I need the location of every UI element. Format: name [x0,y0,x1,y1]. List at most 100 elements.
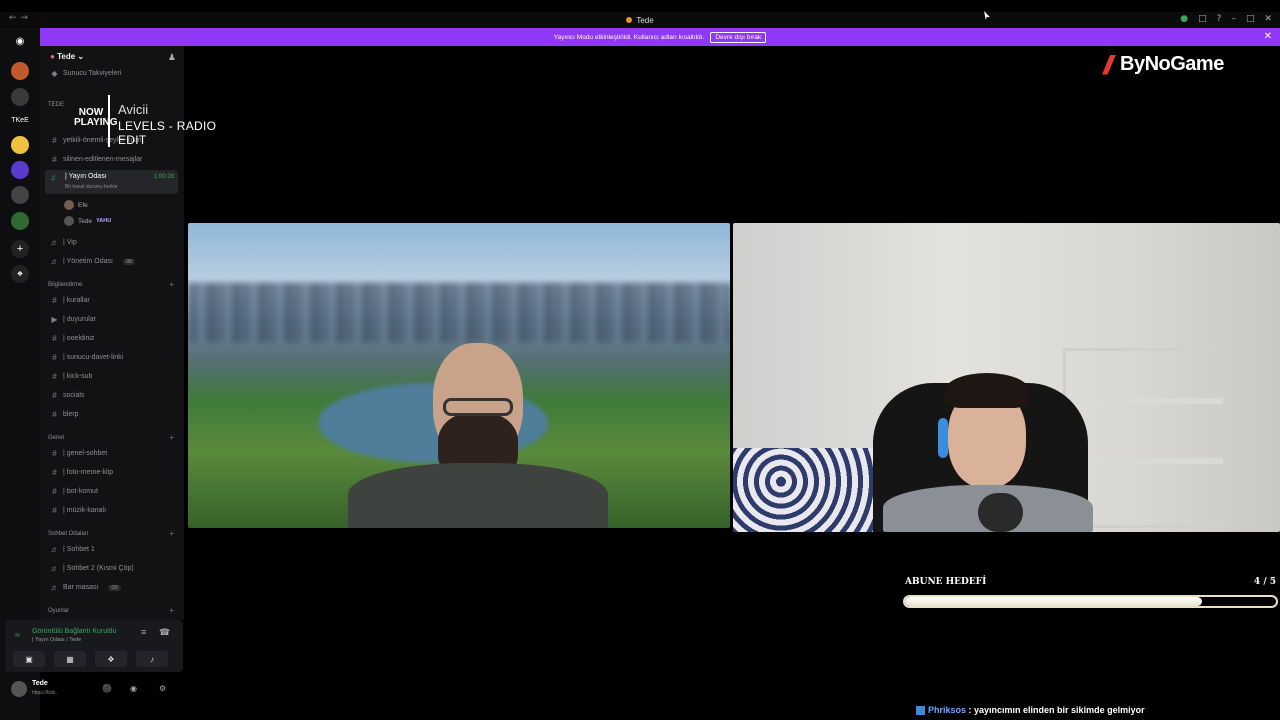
voice-member[interactable]: Tede YAHU [64,216,111,226]
connection-location[interactable]: | Yayın Odası / Tede [32,637,81,643]
category-info[interactable]: Bilgilendirme [48,282,82,288]
add-channel-icon[interactable]: + [169,529,174,538]
disconnect-icon[interactable]: ☎ [159,627,170,638]
subscription-goal-fill [905,597,1202,606]
server-tke[interactable]: TKeE [9,111,31,129]
activities-button[interactable]: ❖ [95,651,127,667]
hash-icon: # [52,353,57,362]
server-rail: ◉ TKeE + ❖ [0,28,40,720]
nitro-icon[interactable]: ● [1180,14,1188,24]
minimize-icon[interactable]: – [1231,14,1236,24]
add-channel-icon[interactable]: + [169,606,174,615]
channel-item[interactable]: # | foto-meme-klip [50,468,113,477]
signal-icon: ≈ [15,630,20,640]
channel-item[interactable]: # socials [50,391,84,400]
channel-item[interactable]: # | kurallar [50,296,89,305]
maximize-icon[interactable]: □ [1246,14,1255,24]
speaker-icon: ♬ [50,583,59,592]
logo-mark-icon [1102,54,1116,75]
channel-status[interactable]: Bir kanal durumu belirle [65,184,118,190]
avatar[interactable] [11,681,27,697]
voice-timer: 1:00:28 [153,174,174,180]
voice-channel[interactable]: ♬ | Sohbet 1 [50,545,95,554]
add-friend-icon[interactable]: ♟ [168,52,176,63]
hash-icon: # [52,468,57,477]
speaker-icon: ♬ [50,257,59,266]
headset-icon [938,418,948,458]
server-icon[interactable] [11,62,29,80]
megaphone-icon: ▶ [51,315,58,324]
connection-status[interactable]: Görüntülü Bağlantı Kuruldu [32,628,116,635]
speaker-icon: ♬ [50,564,59,573]
avatar [64,200,74,210]
channel-item[interactable]: # | müzik-kanalı [50,506,106,515]
category-general[interactable]: Genel [48,435,64,441]
settings-gear-icon[interactable]: ⚙ [159,684,166,693]
disable-streamer-mode-button[interactable]: Devre dışı bırak [710,31,767,43]
voice-channel[interactable]: ♬ | Yönetim Odası 00 [50,257,136,266]
server-icon[interactable] [11,186,29,204]
hash-icon: # [52,391,57,400]
chat-badge-icon [916,706,925,716]
explore-icon[interactable]: ❖ [11,265,29,283]
voice-channel-name: | Yayın Odası [65,173,107,180]
camera-button[interactable]: ▣ [13,651,45,667]
hash-icon: # [52,296,57,305]
server-icon[interactable] [11,136,29,154]
hash-icon: # [52,487,57,496]
server-icon[interactable] [11,212,29,230]
video-tile-right[interactable] [733,223,1280,532]
close-icon[interactable]: ✕ [1264,14,1272,24]
video-tile-left[interactable] [188,223,730,528]
channel-item[interactable]: # | genel-sohbet [50,449,107,458]
add-channel-icon[interactable]: + [169,280,174,289]
channel-item[interactable]: # silinen-editlenen-mesajlar [50,155,142,164]
channel-item[interactable]: # | ooeldiniz [50,334,94,343]
microphone-icon[interactable]: ⚫ [102,684,112,693]
category-games[interactable]: Oyunlar [48,608,69,614]
voice-channel[interactable]: ♬ | Sohbet 2 (Kısmi Çöp) [50,564,134,573]
active-voice-channel[interactable]: ♫ | Yayın Odası 1:00:28 Bir kanal durumu… [45,170,178,194]
hash-icon: # [52,449,57,458]
discord-home-icon[interactable]: ◉ [11,32,29,50]
user-panel: Tede https://kick. ⚫ ◉ ⚙ [5,676,183,702]
avatar [64,216,74,226]
hash-icon: # [52,410,57,419]
hash-icon: # [52,372,57,381]
channel-item[interactable]: # | kick-sub [50,372,92,381]
headphones-icon[interactable]: ◉ [130,684,137,693]
screen-share-button[interactable]: ▦ [54,651,86,667]
noise-suppression-icon[interactable]: ≡ [141,627,146,637]
banner-close-icon[interactable]: ✕ [1264,31,1272,42]
bedsheet-pattern [733,448,893,532]
track-artist: Avicii [118,102,149,117]
category-chat-rooms[interactable]: Sohbet Odaları [48,531,88,537]
server-icon[interactable] [11,88,29,106]
channel-item[interactable]: # | bot-komut [50,487,98,496]
voice-channel[interactable]: ♬ Bar masası 00 [50,583,121,592]
inbox-icon[interactable]: □ [1198,14,1207,24]
voice-member[interactable]: Efe [64,200,88,210]
microphone [978,493,1023,532]
subscription-goal-count: 4 / 5 [1253,577,1276,587]
speaker-icon: ♬ [50,238,59,247]
server-icon[interactable] [11,161,29,179]
username[interactable]: Tede [32,680,48,687]
server-boosts-item[interactable]: ◆ Sunucu Takviyeleri [50,69,121,78]
participant-glasses [443,398,513,416]
add-server-icon[interactable]: + [11,240,29,258]
guild-name[interactable]: ● Tede ⌄ [50,52,84,61]
hash-icon: # [52,506,57,515]
user-limit-badge: 00 [108,584,121,591]
divider [108,95,110,147]
add-channel-icon[interactable]: + [169,433,174,442]
chat-text: : yayıncımın elinden bir sikimde gelmiyo… [966,705,1145,715]
soundboard-button[interactable]: ♪ [136,651,168,667]
voice-channel[interactable]: ♬ | Vip [50,238,77,247]
channel-item[interactable]: ▶ | duyurular [50,315,96,324]
help-icon[interactable]: ? [1217,14,1222,24]
channel-item[interactable]: # blerp [50,410,78,419]
subscription-goal-bar [903,595,1278,608]
streamer-mode-banner: Yayıncı Modu etkinleştirildi. Kullanıcı … [40,28,1280,46]
channel-item[interactable]: # | sunucu-davet-linki [50,353,123,362]
